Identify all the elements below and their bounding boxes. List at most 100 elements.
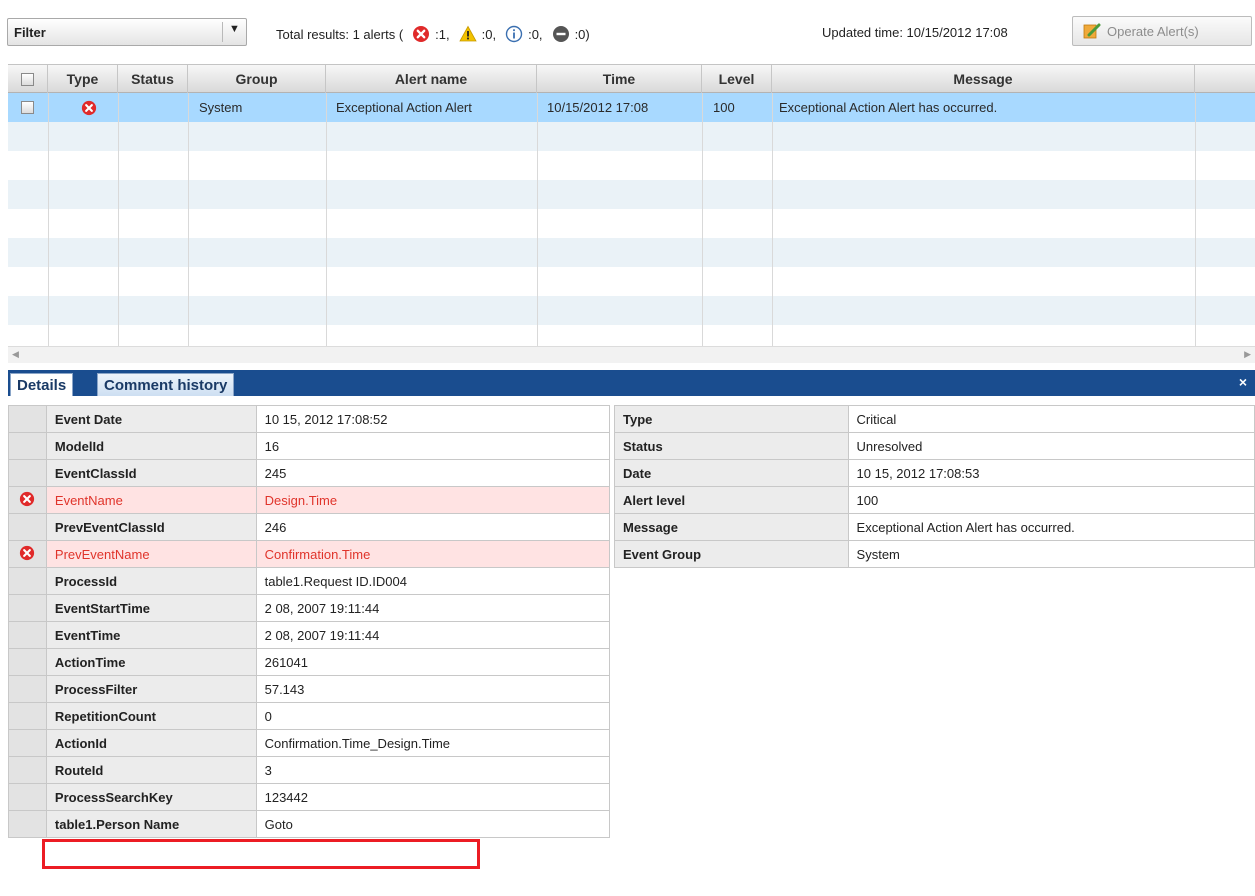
grid-header: Type Status Group Alert name Time Level … (8, 65, 1255, 93)
detail-row: ProcessSearchKey 123442 (8, 783, 611, 811)
empty-row (8, 296, 1255, 325)
row-marker (8, 756, 47, 784)
detail-value: Goto (255, 810, 611, 838)
summary-key: Alert level (614, 486, 849, 514)
detail-row: ProcessFilter 57.143 (8, 675, 611, 703)
column-header-message[interactable]: Message (772, 65, 1195, 93)
detail-row: EventTime 2 08, 2007 19:11:44 (8, 621, 611, 649)
detail-key: ProcessSearchKey (45, 783, 257, 811)
error-icon (81, 100, 97, 115)
select-all-checkbox[interactable] (21, 72, 34, 86)
detail-row: PrevEventClassId 246 (8, 513, 611, 541)
operate-alerts-button[interactable]: Operate Alert(s) (1072, 16, 1252, 46)
summary-key: Status (614, 432, 849, 460)
detail-key: PrevEventClassId (45, 513, 257, 541)
operate-label: Operate Alert(s) (1107, 23, 1199, 39)
row-marker (8, 702, 47, 730)
updated-time: Updated time: 10/15/2012 17:08 (822, 25, 1008, 40)
column-divider (48, 93, 49, 346)
row-checkbox-cell[interactable] (8, 93, 48, 122)
row-marker (8, 594, 47, 622)
detail-value: Confirmation.Time (255, 540, 611, 568)
error-icon (20, 545, 35, 560)
detail-value: 245 (255, 459, 611, 487)
detail-row: EventClassId 245 (8, 459, 611, 487)
warning-icon (458, 25, 477, 42)
summary-row: Alert level 100 (614, 486, 1255, 514)
operate-icon (1083, 23, 1101, 39)
column-divider (702, 93, 703, 346)
row-marker (8, 405, 47, 433)
detail-value: 57.143 (255, 675, 611, 703)
detail-row: RepetitionCount 0 (8, 702, 611, 730)
row-status (118, 93, 188, 122)
detail-value: 3 (255, 756, 611, 784)
column-header-alert-name[interactable]: Alert name (326, 65, 537, 93)
detail-key: table1.Person Name (45, 810, 257, 838)
summary-value: Critical (847, 405, 1255, 433)
detail-value: 123442 (255, 783, 611, 811)
unknown-count: :0) (574, 26, 590, 42)
detail-value: Confirmation.Time_Design.Time (255, 729, 611, 757)
summary-row: Message Exceptional Action Alert has occu… (614, 513, 1255, 541)
column-header-group[interactable]: Group (188, 65, 326, 93)
row-marker (8, 432, 47, 460)
table-row[interactable]: System Exceptional Action Alert 10/15/20… (8, 93, 1255, 122)
summary-key: Message (614, 513, 849, 541)
error-icon (20, 491, 35, 506)
event-details-table: Event Date 10 15, 2012 17:08:52 ModelId 16 E… (8, 405, 611, 838)
empty-row (8, 325, 1255, 346)
empty-row (8, 238, 1255, 267)
column-divider (326, 93, 327, 346)
detail-row: PrevEventName Confirmation.Time (8, 540, 611, 568)
column-header-time[interactable]: Time (537, 65, 702, 93)
tab-comment-history[interactable]: Comment history (97, 373, 235, 396)
row-marker (8, 621, 47, 649)
column-header-level[interactable]: Level (702, 65, 772, 93)
detail-value: 261041 (255, 648, 611, 676)
scroll-right-icon[interactable]: ▶ (1244, 349, 1251, 360)
summary-row: Date 10 15, 2012 17:08:53 (614, 459, 1255, 487)
filter-dropdown[interactable]: Filter ▼ (7, 18, 247, 46)
column-header-type[interactable]: Type (48, 65, 118, 93)
detail-key: RepetitionCount (45, 702, 257, 730)
detail-key: ProcessId (45, 567, 257, 595)
info-count: :0, (528, 26, 543, 42)
filter-label: Filter (14, 25, 46, 40)
detail-key: PrevEventName (45, 540, 257, 568)
row-checkbox[interactable] (21, 101, 34, 114)
detail-row: EventStartTime 2 08, 2007 19:11:44 (8, 594, 611, 622)
error-icon (413, 26, 430, 42)
summary-key: Event Group (614, 540, 849, 568)
empty-row (8, 209, 1255, 238)
column-divider (1195, 93, 1196, 346)
detail-key: RouteId (45, 756, 257, 784)
row-marker (8, 648, 47, 676)
scroll-left-icon[interactable]: ◀ (12, 349, 19, 360)
detail-value: 2 08, 2007 19:11:44 (255, 621, 611, 649)
row-alert-name: Exceptional Action Alert (336, 100, 472, 115)
row-marker (8, 486, 47, 514)
close-icon[interactable]: × (1239, 374, 1247, 390)
details-tab-bar: Details Comment history × (8, 370, 1255, 396)
detail-key: ProcessFilter (45, 675, 257, 703)
row-marker (8, 459, 47, 487)
detail-key: EventClassId (45, 459, 257, 487)
summary-row: Event Group System (614, 540, 1255, 568)
row-marker (8, 783, 47, 811)
detail-row: ActionTime 261041 (8, 648, 611, 676)
column-header-blank (1195, 65, 1255, 93)
row-marker (8, 513, 47, 541)
horizontal-scrollbar[interactable]: ◀ ▶ (8, 346, 1255, 363)
summary-value: 10 15, 2012 17:08:53 (847, 459, 1255, 487)
empty-row (8, 180, 1255, 209)
detail-value: 0 (255, 702, 611, 730)
row-marker (8, 729, 47, 757)
column-header-status[interactable]: Status (118, 65, 188, 93)
select-all-checkbox-cell[interactable] (8, 65, 48, 93)
tab-details[interactable]: Details (10, 373, 74, 396)
column-divider (772, 93, 773, 346)
detail-key: EventName (45, 486, 257, 514)
chevron-down-icon[interactable]: ▼ (229, 23, 240, 35)
detail-key: EventTime (45, 621, 257, 649)
